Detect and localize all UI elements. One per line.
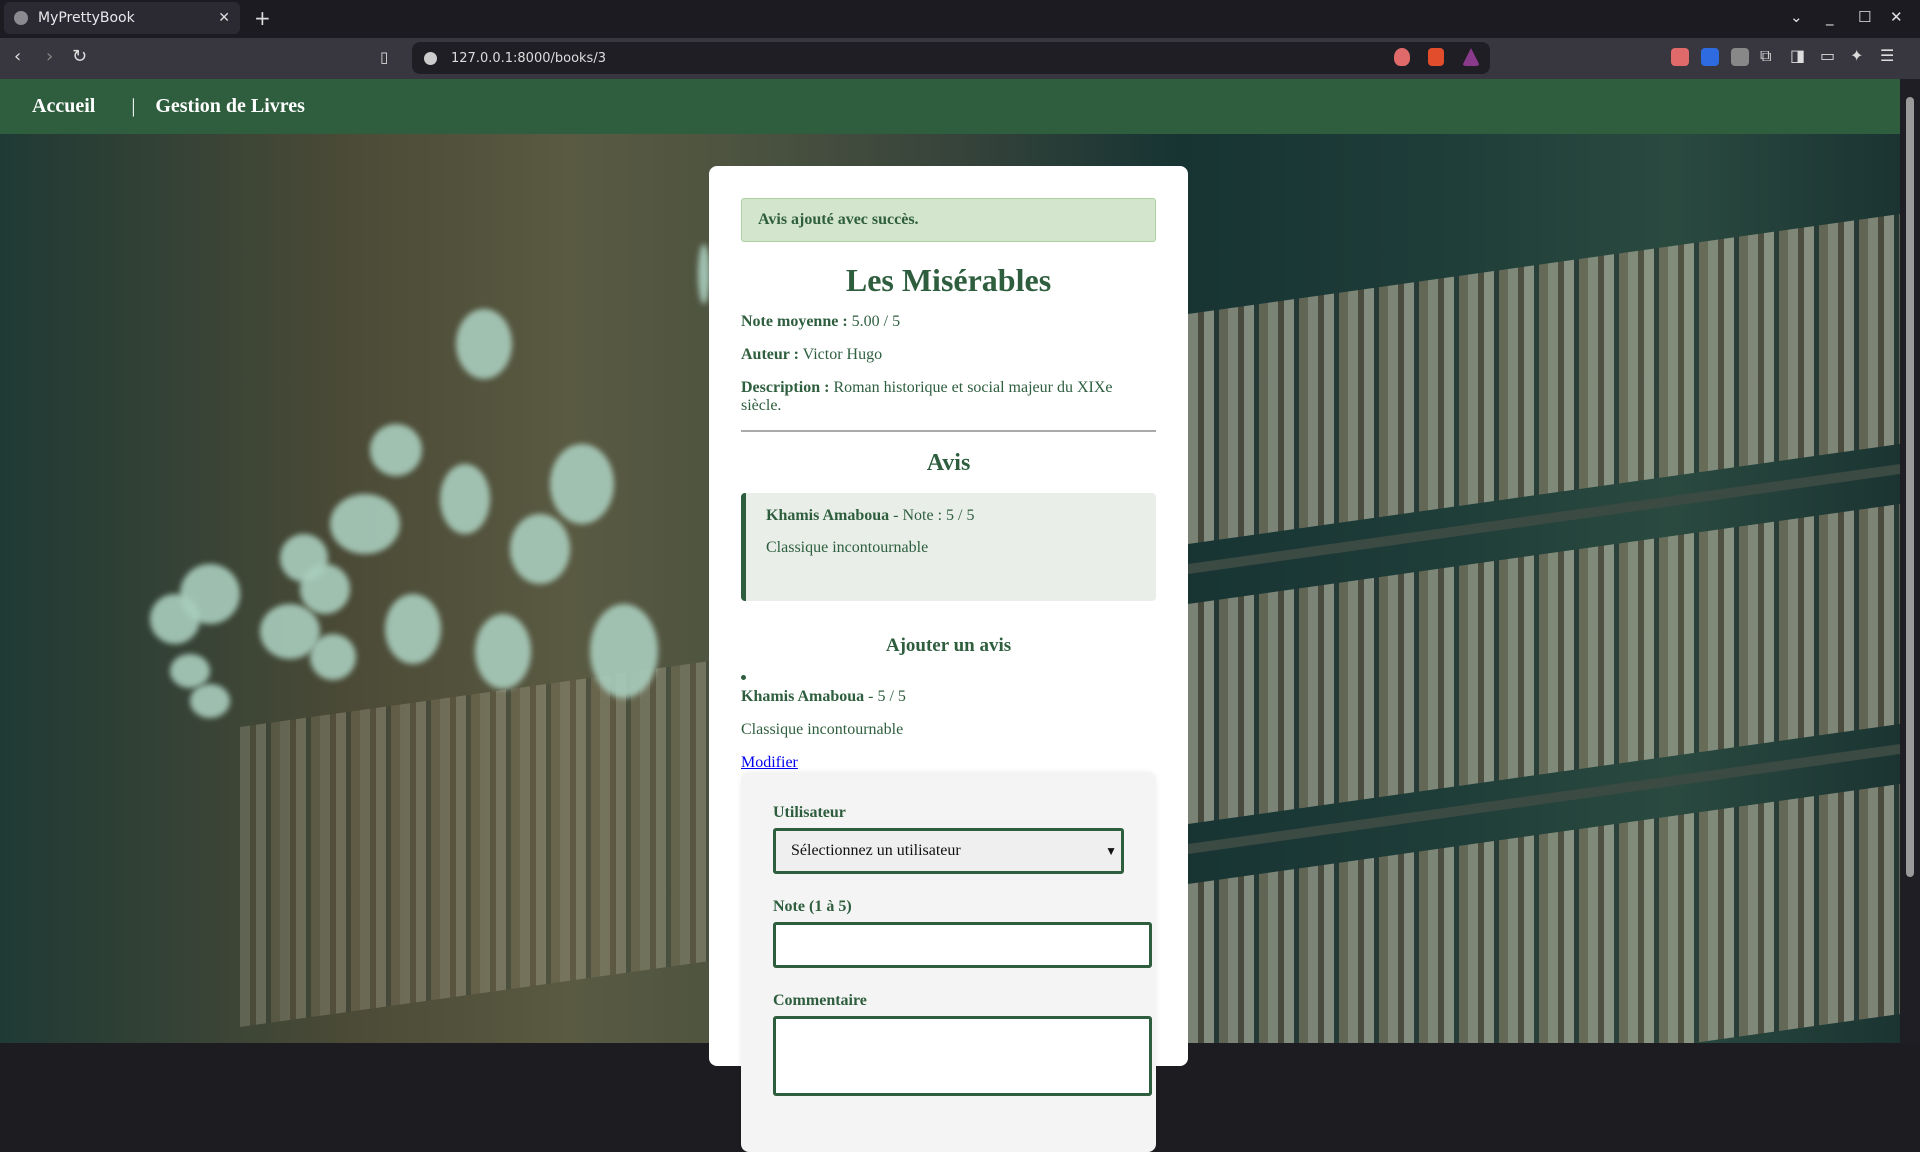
- nav-separator: |: [131, 95, 136, 117]
- puzzle-icon[interactable]: ⧉: [1760, 46, 1771, 66]
- globe-icon: [14, 11, 28, 25]
- scrollbar-thumb[interactable]: [1906, 97, 1914, 877]
- user-select-value: Sélectionnez un utilisateur: [791, 842, 961, 859]
- tab-title: MyPrettyBook: [38, 10, 135, 26]
- bookmark-icon[interactable]: ▯: [380, 48, 388, 66]
- book-title: Les Misérables: [845, 262, 1052, 298]
- info-icon[interactable]: [424, 51, 437, 65]
- user-select[interactable]: Sélectionnez un utilisateur ▼: [773, 828, 1124, 874]
- sidebar-icon[interactable]: ◨: [1790, 46, 1805, 65]
- my-review-rating: - 5 / 5: [868, 688, 906, 705]
- url-text: 127.0.0.1:8000/books/3: [451, 50, 606, 66]
- average-rating: Note moyenne : 5.00 / 5: [741, 313, 1156, 331]
- nav-home-link[interactable]: Accueil: [32, 95, 95, 118]
- my-review-user: Khamis Amaboua: [741, 688, 865, 705]
- description: Description : Roman historique et social…: [741, 379, 1156, 415]
- browser-toolbar: ‹ › ↻ ▯ 127.0.0.1:8000/books/3 ⧉ ◨ ▭ ✦ ☰: [0, 38, 1920, 79]
- wallet-icon[interactable]: ▭: [1820, 46, 1835, 65]
- user-label: Utilisateur: [773, 804, 846, 821]
- comment-label: Commentaire: [773, 992, 867, 1009]
- brave-shield-icon[interactable]: [1394, 48, 1410, 66]
- leo-ai-icon[interactable]: ✦: [1850, 46, 1863, 65]
- review-user: Khamis Amaboua: [766, 507, 890, 524]
- close-window-icon[interactable]: ✕: [1890, 8, 1903, 26]
- browser-tab-bar: MyPrettyBook ✕ + ⌄ _ ☐ ✕: [0, 0, 1920, 38]
- reload-icon[interactable]: ↻: [72, 46, 87, 67]
- brave-lion-icon[interactable]: [1428, 48, 1444, 66]
- add-review-form: Utilisateur Sélectionnez un utilisateur …: [741, 772, 1156, 1152]
- vpn-icon[interactable]: [1671, 48, 1689, 66]
- edit-review-link[interactable]: Modifier: [741, 754, 798, 771]
- extension-icon[interactable]: [1701, 48, 1719, 66]
- privacy-badge-icon[interactable]: [1731, 48, 1749, 66]
- menu-icon[interactable]: ☰: [1880, 46, 1894, 65]
- page-scrollbar[interactable]: [1900, 79, 1920, 1043]
- my-review-list-item: Khamis Amaboua - 5 / 5 Classique inconto…: [741, 675, 1156, 772]
- book-detail-card: Avis ajouté avec succès. Les Misérables …: [709, 166, 1188, 1152]
- forward-icon[interactable]: ›: [46, 46, 53, 67]
- rating-input[interactable]: [773, 922, 1152, 968]
- add-review-heading: Ajouter un avis: [885, 635, 1012, 656]
- nav-manage-books-link[interactable]: Gestion de Livres: [155, 95, 305, 118]
- author-label: Auteur :: [741, 346, 799, 363]
- site-navbar: Accueil | Gestion de Livres: [0, 79, 1900, 134]
- author: Auteur : Victor Hugo: [741, 346, 1156, 364]
- divider: [741, 430, 1156, 432]
- review-rating: - Note : 5 / 5: [893, 507, 975, 524]
- rating-input-label: Note (1 à 5): [773, 898, 852, 915]
- rating-label: Note moyenne :: [741, 313, 848, 330]
- reviews-heading: Avis: [926, 450, 971, 476]
- browser-tab[interactable]: MyPrettyBook ✕: [4, 2, 240, 34]
- minimize-icon[interactable]: _: [1826, 8, 1834, 26]
- back-icon[interactable]: ‹: [14, 46, 21, 67]
- maximize-icon[interactable]: ☐: [1858, 8, 1871, 26]
- review-item: Khamis Amaboua - Note : 5 / 5 Classique …: [741, 493, 1156, 601]
- tab-list-icon[interactable]: ⌄: [1790, 8, 1803, 26]
- my-review-comment: Classique incontournable: [741, 721, 904, 738]
- bullet-icon: [741, 675, 746, 680]
- rating-value: 5.00 / 5: [851, 313, 901, 330]
- success-alert: Avis ajouté avec succès.: [741, 198, 1156, 242]
- author-value: Victor Hugo: [802, 346, 883, 363]
- close-tab-icon[interactable]: ✕: [218, 10, 230, 26]
- address-bar[interactable]: 127.0.0.1:8000/books/3: [412, 42, 1490, 74]
- new-tab-button[interactable]: +: [254, 6, 271, 30]
- comment-textarea[interactable]: [773, 1016, 1152, 1096]
- chevron-down-icon: ▼: [1105, 843, 1117, 858]
- description-label: Description :: [741, 379, 830, 396]
- review-comment: Classique incontournable: [766, 539, 929, 556]
